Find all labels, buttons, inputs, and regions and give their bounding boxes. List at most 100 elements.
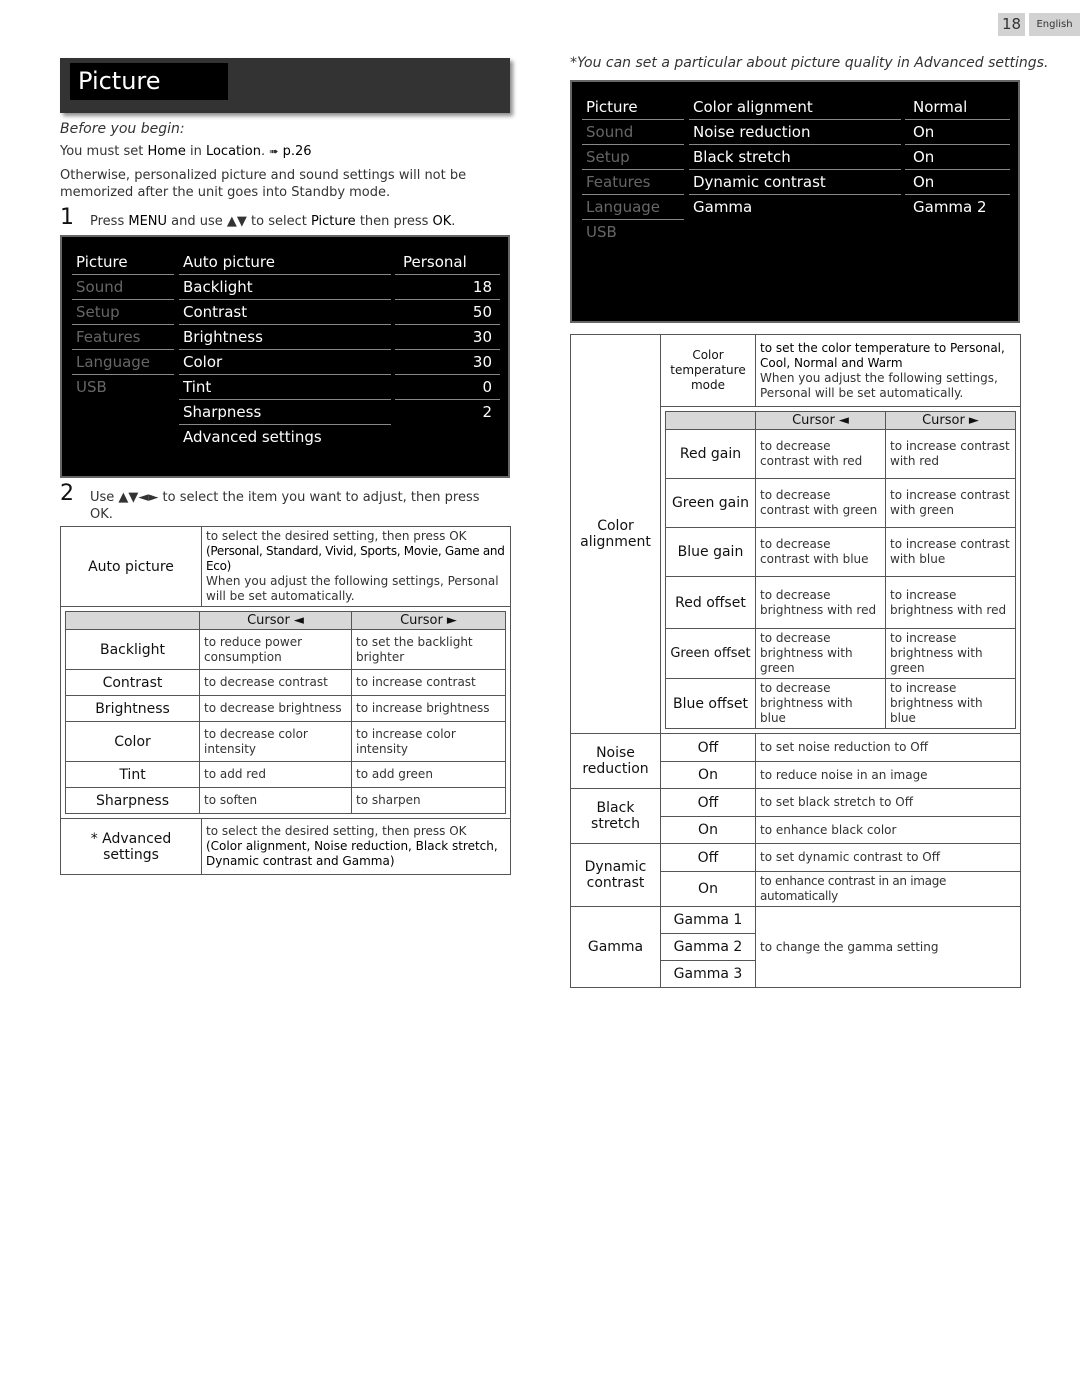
table-row: Backlight to reduce power consumption to… [65, 629, 506, 670]
cursor-right-desc: to increase brightness with green [885, 628, 1016, 679]
menu-item-dynamic-contrast[interactable]: Dynamic contrast [689, 171, 901, 195]
row-label: Blue offset [665, 678, 756, 729]
option-label: On [660, 816, 756, 844]
menu-item-backlight[interactable]: Backlight [179, 276, 391, 300]
cursor-left-desc: to decrease brightness with green [755, 628, 886, 679]
row-label: Green offset [665, 628, 756, 679]
menu-value-gamma: Gamma 2 [913, 198, 987, 216]
row-label-color-alignment: Color alignment [570, 334, 661, 734]
table-row-auto-picture: Auto picture to select the desired setti… [60, 526, 511, 607]
location-term: Location [205, 144, 261, 159]
ok-key: OK [432, 214, 452, 229]
table-row-noise-reduction-off: Noise reduction Off to set noise reducti… [570, 733, 1021, 789]
option-desc: to enhance black color [755, 816, 1021, 844]
section-title: Picture [70, 63, 228, 100]
menu-value-contrast: 50 [395, 301, 500, 325]
desc-line: to select the desired setting, then pres… [206, 824, 467, 838]
option-desc: to set noise reduction to Off [755, 733, 1021, 762]
table-row: Contrast to decrease contrast to increas… [65, 669, 506, 696]
advanced-settings-note: *You can set a particular about picture … [570, 55, 1049, 71]
menu-category-sound[interactable]: Sound [582, 121, 684, 145]
home-term: Home [147, 144, 186, 159]
menu-category-picture[interactable]: Picture [72, 251, 174, 275]
text: then press [355, 214, 433, 229]
cursor-right-desc: to add green [351, 761, 506, 788]
table-row: Sharpness to soften to sharpen [65, 787, 506, 814]
menu-item-auto-picture[interactable]: Auto picture [179, 251, 391, 275]
header-cursor-left: Cursor ◄ [199, 611, 352, 630]
header-cursor-right: Cursor ► [885, 411, 1016, 430]
menu-item-sharpness[interactable]: Sharpness [179, 401, 391, 425]
header-blank [65, 611, 200, 630]
menu-category-usb[interactable]: USB [72, 376, 174, 400]
menu-value-color-alignment: Normal [905, 96, 1010, 120]
row-label: * Advanced settings [60, 818, 202, 875]
page-ref-arrow-icon: ➠ [269, 145, 279, 158]
menu-category-usb[interactable]: USB [582, 221, 684, 245]
cursor-right-desc: to increase brightness with red [885, 576, 1016, 629]
menu-item-advanced-settings[interactable]: Advanced settings [179, 426, 391, 450]
option-label: On [660, 761, 756, 789]
menu-category-language[interactable]: Language [582, 196, 684, 220]
menu-category-features[interactable]: Features [582, 171, 684, 195]
cursor-left-desc: to decrease brightness with red [755, 576, 886, 629]
menu-item-color[interactable]: Color [179, 351, 391, 375]
picture-menu-screen: Picture Sound Setup Features Language US… [60, 235, 510, 478]
text: and use ▲▼ to select [167, 214, 311, 229]
menu-item-brightness[interactable]: Brightness [179, 326, 391, 350]
option-label: Off [660, 733, 756, 762]
menu-item-gamma[interactable]: Gamma [689, 196, 901, 220]
option-desc: to change the gamma setting [755, 906, 1021, 988]
menu-item-black-stretch[interactable]: Black stretch [689, 146, 901, 170]
menu-value-color: 30 [395, 351, 500, 375]
table-row-gamma-1: Gamma Gamma 1 to change the gamma settin… [570, 906, 1021, 988]
row-label: Red gain [665, 429, 756, 479]
menu-item-noise-reduction[interactable]: Noise reduction [689, 121, 901, 145]
section-header: Picture [60, 58, 510, 113]
menu-category-picture[interactable]: Picture [582, 96, 684, 120]
before-you-begin-heading: Before you begin: [60, 121, 185, 137]
row-label-noise-reduction: Noise reduction [570, 733, 661, 789]
desc-line: (Color alignment, Noise reduction, Black… [206, 839, 498, 868]
table-row-black-stretch-off: Black stretch Off to set black stretch t… [570, 788, 1021, 844]
picture-settings-table: Auto picture to select the desired setti… [60, 526, 511, 875]
table-row: Brightness to decrease brightness to inc… [65, 695, 506, 722]
row-label: Contrast [65, 669, 200, 696]
option-label: Off [660, 843, 756, 872]
row-label: Blue gain [665, 527, 756, 577]
menu-item-tint[interactable]: Tint [179, 376, 391, 400]
row-label: Brightness [65, 695, 200, 722]
page-ref-link[interactable]: p.26 [283, 144, 312, 159]
menu-category-sound[interactable]: Sound [72, 276, 174, 300]
menu-category-setup[interactable]: Setup [72, 301, 174, 325]
cursor-left-desc: to decrease contrast with green [755, 478, 886, 528]
cursor-right-desc: to increase contrast with blue [885, 527, 1016, 577]
advanced-settings-table: Color alignment Color temperature mode t… [570, 334, 1021, 988]
menu-category-features[interactable]: Features [72, 326, 174, 350]
advanced-menu-screen: Picture Sound Setup Features Language US… [570, 80, 1020, 323]
row-label-black-stretch: Black stretch [570, 788, 661, 844]
table-row: Green gain to decrease contrast with gre… [665, 478, 1016, 528]
menu-category-language[interactable]: Language [72, 351, 174, 375]
cursor-subtable: Cursor ◄ Cursor ► Backlight to reduce po… [65, 611, 506, 814]
menu-value-backlight: 18 [395, 276, 500, 300]
cursor-right-desc: to increase contrast with green [885, 478, 1016, 528]
step-1-number: 1 [60, 205, 74, 230]
cursor-left-desc: to decrease brightness [199, 695, 352, 722]
menu-item-color-alignment[interactable]: Color alignment [689, 96, 901, 120]
menu-value-tint: 0 [395, 376, 500, 400]
menu-category-setup[interactable]: Setup [582, 146, 684, 170]
table-row: Blue offset to decrease brightness with … [665, 678, 1016, 729]
menu-value-noise-reduction: On [905, 121, 1010, 145]
cursor-left-desc: to decrease contrast with blue [755, 527, 886, 577]
step-2-number: 2 [60, 481, 74, 506]
text: . [260, 144, 266, 159]
desc-line: When you adjust the following settings, … [760, 370, 998, 400]
cursor-subtable-cell: Cursor ◄ Cursor ► Backlight to reduce po… [60, 606, 511, 819]
table-row: Green offset to decrease brightness with… [665, 628, 1016, 679]
step-1-text: Press MENU and use ▲▼ to select Picture … [90, 213, 455, 230]
standby-note: Otherwise, personalized picture and soun… [60, 168, 467, 200]
row-label: Backlight [65, 629, 200, 670]
menu-value-sharpness: 2 [482, 403, 492, 421]
menu-item-contrast[interactable]: Contrast [179, 301, 391, 325]
